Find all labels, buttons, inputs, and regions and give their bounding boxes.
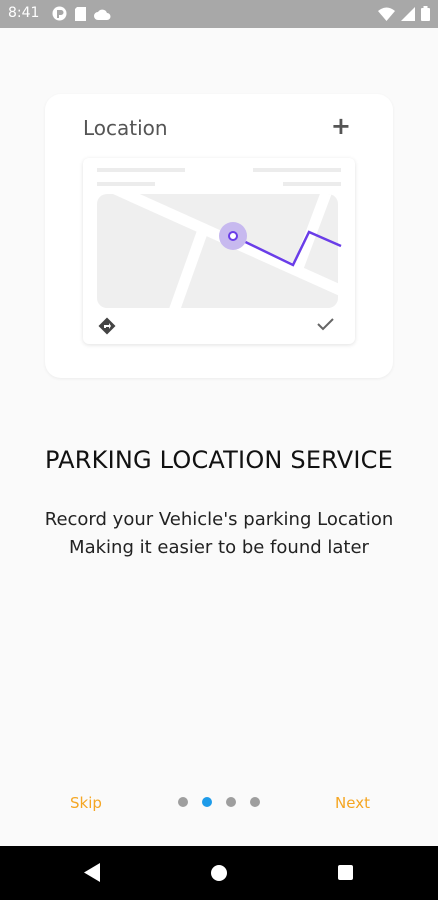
- check-icon: [317, 318, 334, 331]
- page-dot[interactable]: [178, 797, 188, 807]
- page-dot[interactable]: [250, 797, 260, 807]
- map-area: [97, 194, 338, 308]
- onboarding-heading: PARKING LOCATION SERVICE: [45, 446, 393, 474]
- placeholder-line: [97, 182, 155, 186]
- back-icon[interactable]: [84, 863, 100, 882]
- status-left-icons: [52, 6, 111, 21]
- sim-icon: [75, 6, 86, 21]
- placeholder-line: [97, 168, 185, 172]
- page-dot[interactable]: [226, 797, 236, 807]
- description-line-2: Making it easier to be found later: [69, 537, 369, 558]
- skip-button[interactable]: Skip: [70, 794, 102, 812]
- placeholder-line: [283, 182, 341, 186]
- status-time: 8:41: [8, 5, 40, 21]
- description-line-1: Record your Vehicle's parking Location: [44, 509, 394, 530]
- placeholder-line: [253, 168, 341, 172]
- page-dot-active[interactable]: [202, 797, 212, 807]
- plus-icon: +: [330, 112, 351, 140]
- map-preview-card: [83, 158, 355, 344]
- status-bar: 8:41: [0, 0, 438, 28]
- recents-icon[interactable]: [338, 865, 353, 880]
- illustration-card: Location +: [45, 94, 393, 378]
- battery-icon: [421, 6, 430, 21]
- cloud-icon: [94, 9, 111, 20]
- pocket-icon: [52, 6, 67, 21]
- status-right-icons: [378, 6, 430, 21]
- signal-icon: [401, 6, 415, 21]
- home-icon[interactable]: [211, 865, 227, 881]
- page-indicator: [178, 797, 260, 807]
- map-illustration: [97, 168, 342, 335]
- next-button[interactable]: Next: [335, 794, 370, 812]
- wifi-icon: [378, 7, 395, 21]
- onboarding-description: Record your Vehicle's parking Location M…: [0, 506, 438, 562]
- system-navigation-bar: [0, 846, 438, 900]
- directions-icon: [98, 317, 116, 335]
- illustration-title: Location: [83, 116, 168, 140]
